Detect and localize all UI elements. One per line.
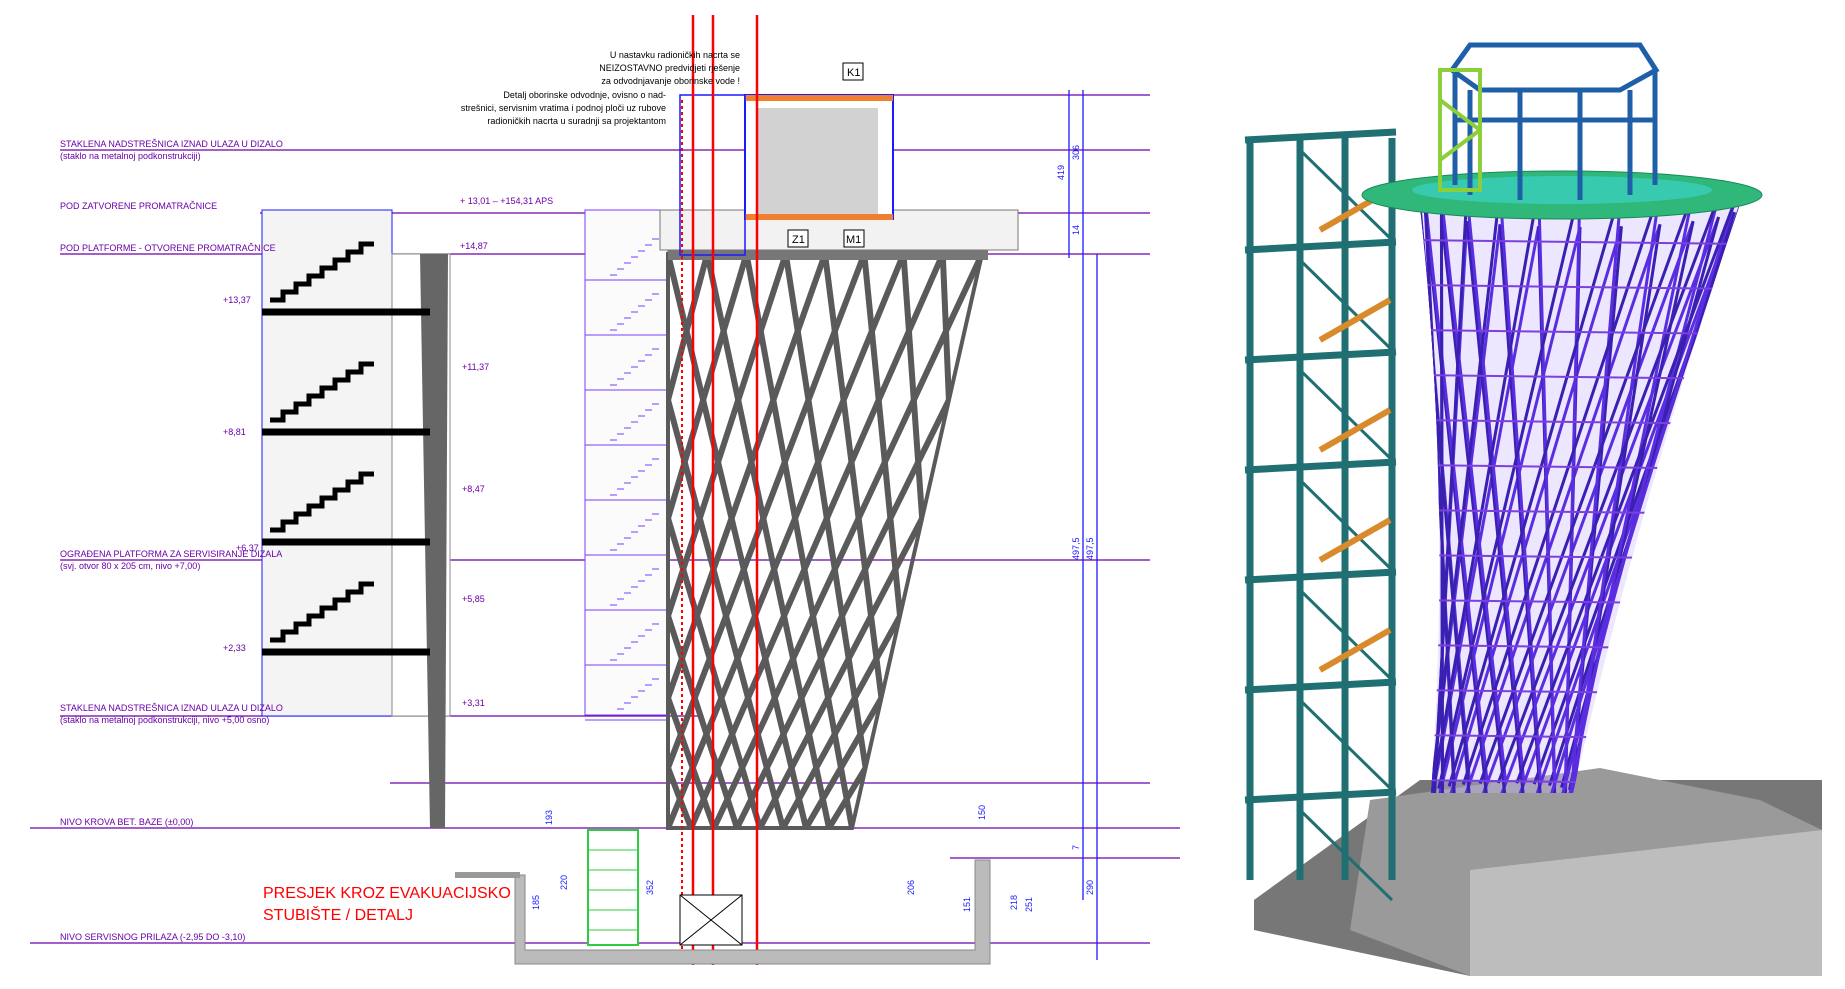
detail-tag: K1 bbox=[847, 67, 860, 79]
dimension-value: 206 bbox=[906, 880, 916, 895]
lattice-member bbox=[941, 254, 982, 828]
lattice-member bbox=[979, 254, 982, 828]
dimension-value: 218 bbox=[1009, 895, 1019, 910]
elevation-mark: +3,31 bbox=[462, 698, 485, 708]
dimension-value: 306 bbox=[1071, 145, 1081, 160]
frame-beam bbox=[1244, 788, 1397, 804]
lattice-member bbox=[1174, 254, 1296, 828]
elevation-mark: +14,87 bbox=[460, 241, 488, 251]
dimension-value: 497,5 bbox=[1071, 537, 1081, 560]
note-line: radioničkih nacrta u suradnji sa projekt… bbox=[487, 116, 666, 126]
level-sublabel: (staklo na metalnoj podkonstrukciji, niv… bbox=[60, 715, 269, 725]
note-line: NEIZOSTAVNO predvidjeti rješenje bbox=[599, 63, 740, 73]
level-sublabel: (svj. otvor 80 x 205 cm, nivo +7,00) bbox=[60, 561, 200, 571]
lattice-member bbox=[872, 254, 982, 828]
dimension-value: 251 bbox=[1024, 897, 1034, 912]
detail-tag: Z1 bbox=[792, 234, 805, 246]
stair-flight bbox=[1318, 297, 1392, 343]
lattice-member bbox=[1105, 254, 1178, 828]
stair-flight bbox=[1318, 627, 1392, 673]
level-label: POD PLATFORME - OTVORENE PROMATRAČNICE bbox=[60, 243, 276, 253]
section-drawing: STAKLENA NADSTREŠNICA IZNAD ULAZA U DIZA… bbox=[30, 15, 1822, 976]
lattice-member bbox=[1266, 254, 1453, 828]
lattice-member bbox=[688, 254, 946, 828]
drawing-title-line2: STUBIŠTE / DETALJ bbox=[263, 905, 413, 924]
level-label: STAKLENA NADSTREŠNICA IZNAD ULAZA U DIZA… bbox=[60, 139, 283, 149]
note-line: strešnici, servisnim vratima i podnoj pl… bbox=[461, 103, 666, 113]
elevation-mark: +8,81 bbox=[223, 427, 246, 437]
stair-flight bbox=[1318, 517, 1392, 563]
lattice-member bbox=[918, 254, 982, 828]
dimension-value: 151 bbox=[962, 897, 972, 912]
elevation-mark: +13,37 bbox=[223, 295, 251, 305]
detail-tag: M1 bbox=[846, 234, 861, 246]
dimension-value: 7 bbox=[1071, 845, 1081, 850]
frame-beam bbox=[1244, 238, 1397, 254]
note-line: za odvodnjavanje oborinske vode ! bbox=[601, 76, 740, 86]
note-line: U nastavku radioničkih nacrta se bbox=[610, 50, 740, 60]
dimension-value: 193 bbox=[544, 810, 554, 825]
dimension-value: 150 bbox=[977, 805, 987, 820]
level-sublabel: (staklo na metalnoj podkonstrukciji) bbox=[60, 151, 201, 161]
lattice-member bbox=[1243, 254, 1414, 828]
elevation-mark: +8,47 bbox=[462, 484, 485, 494]
lattice-member bbox=[1151, 254, 1257, 828]
elevation-mark: +11,37 bbox=[462, 362, 489, 372]
lattice-member bbox=[484, 254, 590, 828]
level-label: NIVO KROVA BET. BAZE (±0,00) bbox=[60, 817, 193, 827]
lattice-member bbox=[1013, 254, 1021, 828]
model-hyperboloid bbox=[1420, 207, 1739, 793]
lattice-member bbox=[1036, 254, 1061, 828]
tower-lattice bbox=[461, 209, 1453, 830]
dimension-value: 185 bbox=[531, 895, 541, 910]
frame-beam bbox=[1244, 568, 1397, 584]
frame-beam bbox=[1244, 348, 1397, 364]
dimension-value: 352 bbox=[645, 880, 655, 895]
level-label: NIVO SERVISNOG PRILAZA (-2,95 DO -3,10) bbox=[60, 932, 245, 942]
lattice-member bbox=[1197, 254, 1335, 828]
lattice-member bbox=[1128, 254, 1218, 828]
elevation-mark: +5,85 bbox=[462, 594, 485, 604]
dimension-lines bbox=[1068, 90, 1098, 960]
model-stair-frame bbox=[1244, 128, 1397, 902]
lattice-member bbox=[734, 254, 982, 828]
lattice-member bbox=[461, 254, 550, 828]
dimension-value: 14 bbox=[1071, 225, 1081, 235]
drawing-title: PRESJEK KROZ EVAKUACIJSKO bbox=[263, 885, 511, 902]
elevation-mark: +2,33 bbox=[223, 643, 246, 653]
evacuation-stair-right bbox=[584, 209, 669, 721]
evacuation-stair-left bbox=[261, 209, 451, 828]
dimension-value: 220 bbox=[559, 875, 569, 890]
frame-beam bbox=[1244, 458, 1397, 474]
dimension-value: 497,5 bbox=[1085, 537, 1095, 560]
3d-model bbox=[1244, 42, 1822, 976]
stair-flight bbox=[1318, 407, 1392, 453]
elevation-mark: + 13,01 – +154,31 APS bbox=[460, 196, 553, 206]
note-line: Detalj oborinske odvodnje, ovisno o nad- bbox=[503, 90, 666, 100]
elevation-mark: +6,37 bbox=[236, 543, 259, 553]
level-label: STAKLENA NADSTREŠNICA IZNAD ULAZA U DIZA… bbox=[60, 703, 283, 713]
frame-beam bbox=[1244, 128, 1397, 144]
dimension-value: 290 bbox=[1085, 880, 1095, 895]
dimension-value: 419 bbox=[1056, 165, 1066, 180]
level-label: POD ZATVORENE PROMATRAČNICE bbox=[60, 201, 217, 211]
frame-beam bbox=[1244, 678, 1397, 694]
